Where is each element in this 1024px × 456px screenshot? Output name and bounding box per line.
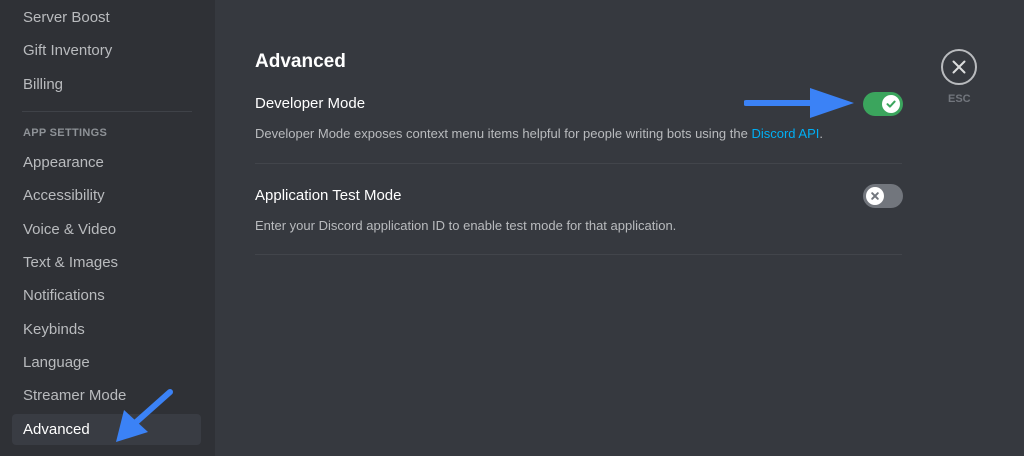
toggle-knob <box>866 187 884 205</box>
application-test-mode-title: Application Test Mode <box>255 187 402 204</box>
sidebar-item-notifications[interactable]: Notifications <box>12 280 201 311</box>
setting-divider <box>255 254 902 255</box>
sidebar-item-advanced[interactable]: Advanced <box>12 414 201 445</box>
close-icon <box>952 60 966 74</box>
toggle-knob <box>882 95 900 113</box>
page-title: Advanced <box>255 51 346 72</box>
esc-label: ESC <box>948 93 971 105</box>
settings-content: Advanced Developer Mode Developer Mode e… <box>215 0 1024 456</box>
sidebar-item-appearance[interactable]: Appearance <box>12 147 201 178</box>
sidebar-item-streamer-mode[interactable]: Streamer Mode <box>12 380 201 411</box>
developer-mode-description: Developer Mode exposes context menu item… <box>255 126 823 141</box>
checkmark-icon <box>886 100 896 108</box>
developer-mode-title: Developer Mode <box>255 95 366 112</box>
sidebar-item-text-images[interactable]: Text & Images <box>12 247 201 278</box>
sidebar-item-keybinds[interactable]: Keybinds <box>12 314 201 345</box>
setting-divider <box>255 163 902 164</box>
application-test-mode-description: Enter your Discord application ID to ena… <box>255 218 677 233</box>
sidebar-item-server-boost[interactable]: Server Boost <box>12 2 201 33</box>
developer-mode-toggle[interactable] <box>863 92 903 116</box>
sidebar-divider <box>22 111 192 112</box>
sidebar-item-voice-video[interactable]: Voice & Video <box>12 214 201 245</box>
close-button[interactable] <box>941 49 977 85</box>
application-test-mode-toggle[interactable] <box>863 184 903 208</box>
developer-mode-desc-end: . <box>819 126 823 141</box>
settings-window: Server Boost Gift Inventory Billing APP … <box>0 0 1024 456</box>
sidebar-item-gift-inventory[interactable]: Gift Inventory <box>12 35 201 66</box>
x-icon <box>871 192 879 200</box>
sidebar-section-header: APP SETTINGS <box>23 127 108 139</box>
discord-api-link[interactable]: Discord API <box>751 126 819 141</box>
developer-mode-desc-text: Developer Mode exposes context menu item… <box>255 126 752 141</box>
sidebar-item-language[interactable]: Language <box>12 347 201 378</box>
sidebar-item-accessibility[interactable]: Accessibility <box>12 180 201 211</box>
settings-sidebar: Server Boost Gift Inventory Billing APP … <box>0 0 215 456</box>
sidebar-item-billing[interactable]: Billing <box>12 69 201 100</box>
